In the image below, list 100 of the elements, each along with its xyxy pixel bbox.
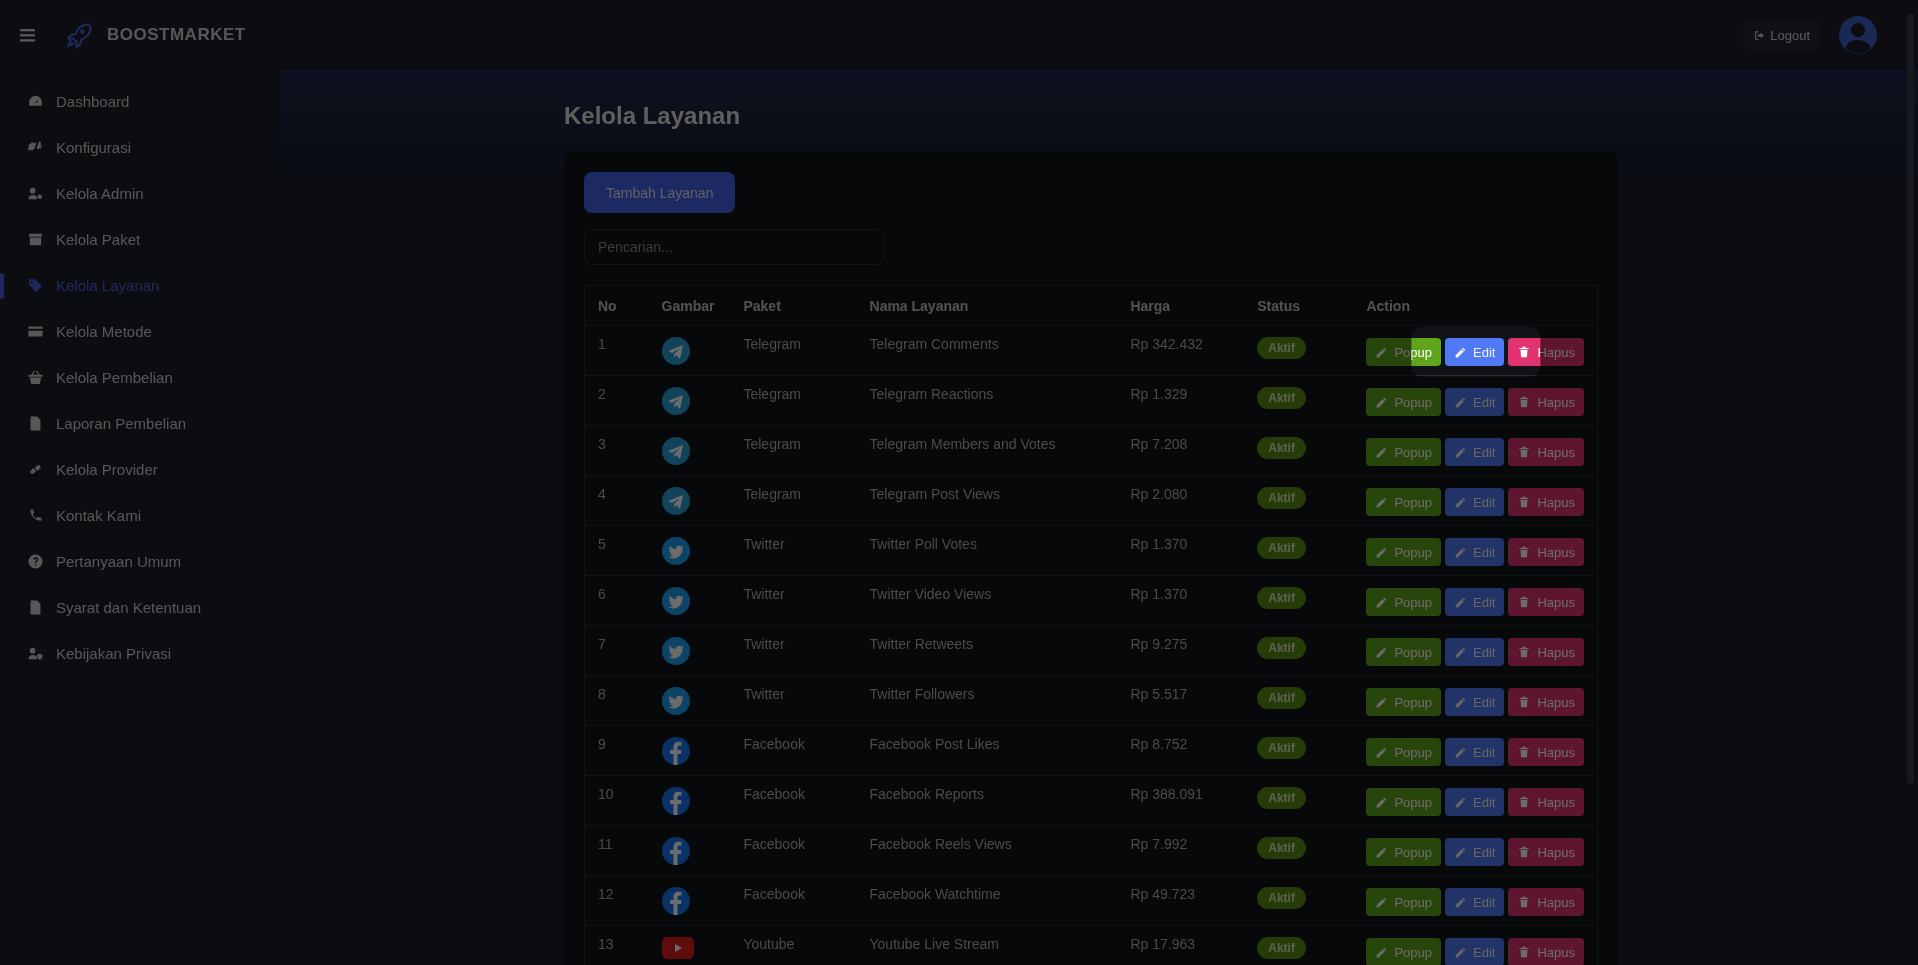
sidebar-item[interactable]: Dashboard xyxy=(0,78,280,124)
edit-button[interactable]: Edit xyxy=(1445,738,1505,766)
popup-button[interactable]: Popup xyxy=(1366,938,1441,965)
pencil-icon xyxy=(1375,495,1389,509)
edit-button[interactable]: Edit xyxy=(1445,788,1505,816)
delete-button[interactable]: Hapus xyxy=(1508,938,1584,965)
paper-plane-icon xyxy=(661,487,690,515)
popup-button[interactable]: Popup xyxy=(1366,738,1441,766)
sidebar-item[interactable]: Konfigurasi xyxy=(0,124,280,170)
edit-button[interactable]: Edit xyxy=(1445,938,1505,965)
table-cell: Facebook Watchtime xyxy=(856,875,1118,926)
edit-button[interactable]: Edit xyxy=(1445,488,1505,516)
delete-button[interactable]: Hapus xyxy=(1508,888,1584,916)
sidebar-item[interactable]: Kelola Metode xyxy=(0,308,280,354)
table-cell: Rp 8.752 xyxy=(1117,725,1245,776)
table-cell: Twitter xyxy=(730,575,857,626)
delete-button[interactable]: Hapus xyxy=(1508,538,1584,566)
sidebar-item[interactable]: Kontak Kami xyxy=(0,492,280,538)
table-cell: Youtube Live Stream xyxy=(856,925,1118,965)
sidebar-item[interactable]: Pertanyaan Umum xyxy=(0,538,280,584)
add-service-button[interactable]: Tambah Layanan xyxy=(584,172,736,213)
status-badge: Aktif xyxy=(1257,737,1306,759)
facebook-icon xyxy=(661,837,690,865)
table-cell: Rp 17.963 xyxy=(1117,925,1245,965)
popup-button[interactable]: Popup xyxy=(1366,388,1441,416)
edit-button[interactable]: Edit xyxy=(1445,888,1505,916)
delete-button[interactable]: Hapus xyxy=(1508,638,1584,666)
edit-button[interactable]: Edit xyxy=(1445,388,1505,416)
delete-button[interactable]: Hapus xyxy=(1508,388,1584,416)
sidebar-item[interactable]: Kelola Paket xyxy=(0,216,280,262)
delete-button[interactable]: Hapus xyxy=(1508,838,1584,866)
edit-button[interactable]: Edit xyxy=(1445,438,1505,466)
table-cell: Rp 388.091 xyxy=(1117,775,1245,826)
pencil-icon xyxy=(1375,745,1389,759)
edit-button[interactable]: Edit xyxy=(1445,338,1505,366)
sidebar-item[interactable]: Kelola Layanan xyxy=(0,262,280,308)
pencil-icon xyxy=(1454,545,1467,559)
table-cell: Telegram Comments xyxy=(856,325,1118,376)
delete-button[interactable]: Hapus xyxy=(1508,488,1584,516)
trash-icon xyxy=(1517,345,1532,359)
table-cell: Twitter Poll Votes xyxy=(856,525,1118,576)
delete-button[interactable]: Hapus xyxy=(1508,738,1584,766)
edit-button[interactable]: Edit xyxy=(1445,638,1505,666)
sidebar-item[interactable]: Laporan Pembelian xyxy=(0,400,280,446)
edit-button[interactable]: Edit xyxy=(1445,688,1505,716)
sidebar-item[interactable]: Kebijakan Privasi xyxy=(0,630,280,676)
table-cell: Rp 5.517 xyxy=(1117,675,1245,726)
table-cell: 2 xyxy=(584,375,649,426)
popup-button[interactable]: Popup xyxy=(1366,538,1441,566)
menu-icon[interactable] xyxy=(20,28,35,42)
trash-icon xyxy=(1517,395,1532,409)
pencil-icon xyxy=(1375,695,1389,709)
logout-button[interactable]: Logout xyxy=(1743,20,1820,50)
delete-button[interactable]: Hapus xyxy=(1508,788,1584,816)
edit-button[interactable]: Edit xyxy=(1445,588,1505,616)
play-icon xyxy=(661,937,694,959)
trash-icon xyxy=(1517,495,1532,509)
pencil-icon xyxy=(1454,345,1467,359)
pencil-icon xyxy=(1454,695,1467,709)
table-cell: 12 xyxy=(584,875,649,926)
pencil-icon xyxy=(1454,795,1467,809)
table-cell: Rp 1.329 xyxy=(1117,375,1245,426)
sidebar-item[interactable]: Kelola Admin xyxy=(0,170,280,216)
table-cell: Telegram Reactions xyxy=(856,375,1118,426)
delete-button[interactable]: Hapus xyxy=(1508,688,1584,716)
delete-button[interactable]: Hapus xyxy=(1508,588,1584,616)
sidebar-item[interactable]: Kelola Pembelian xyxy=(0,354,280,400)
status-badge: Aktif xyxy=(1257,887,1306,909)
trash-icon xyxy=(1517,845,1532,859)
edit-button[interactable]: Edit xyxy=(1445,538,1505,566)
edit-button[interactable]: Edit xyxy=(1445,838,1505,866)
trash-icon xyxy=(1517,795,1532,809)
pencil-icon xyxy=(1375,545,1389,559)
trash-icon xyxy=(1517,595,1532,609)
popup-button[interactable]: Popup xyxy=(1366,588,1441,616)
table-cell: Twitter xyxy=(730,675,857,726)
table-cell: Facebook xyxy=(730,825,857,876)
page-title: Kelola Layanan xyxy=(564,102,742,130)
column-header: Action xyxy=(1353,285,1598,326)
status-badge: Aktif xyxy=(1257,437,1306,459)
status-badge: Aktif xyxy=(1257,637,1306,659)
sidebar-item[interactable]: Kelola Provider xyxy=(0,446,280,492)
facebook-icon xyxy=(661,737,690,765)
table-cell: Facebook Reels Views xyxy=(856,825,1118,876)
table-cell: 7 xyxy=(584,625,649,676)
table-cell: 13 xyxy=(584,925,649,965)
pencil-icon xyxy=(1454,945,1467,959)
table-cell: 10 xyxy=(584,775,649,826)
popup-button[interactable]: Popup xyxy=(1366,788,1441,816)
delete-button[interactable]: Hapus xyxy=(1508,438,1584,466)
facebook-icon xyxy=(661,887,690,915)
pencil-icon xyxy=(1454,645,1467,659)
column-header: Status xyxy=(1244,285,1354,326)
popup-button[interactable]: Popup xyxy=(1366,838,1441,866)
sidebar-item[interactable]: Syarat dan Ketentuan xyxy=(0,584,280,630)
popup-button[interactable]: Popup xyxy=(1366,888,1441,916)
popup-button[interactable]: Popup xyxy=(1366,638,1441,666)
popup-button[interactable]: Popup xyxy=(1366,688,1441,716)
popup-button[interactable]: Popup xyxy=(1366,438,1441,466)
popup-button[interactable]: Popup xyxy=(1366,488,1441,516)
